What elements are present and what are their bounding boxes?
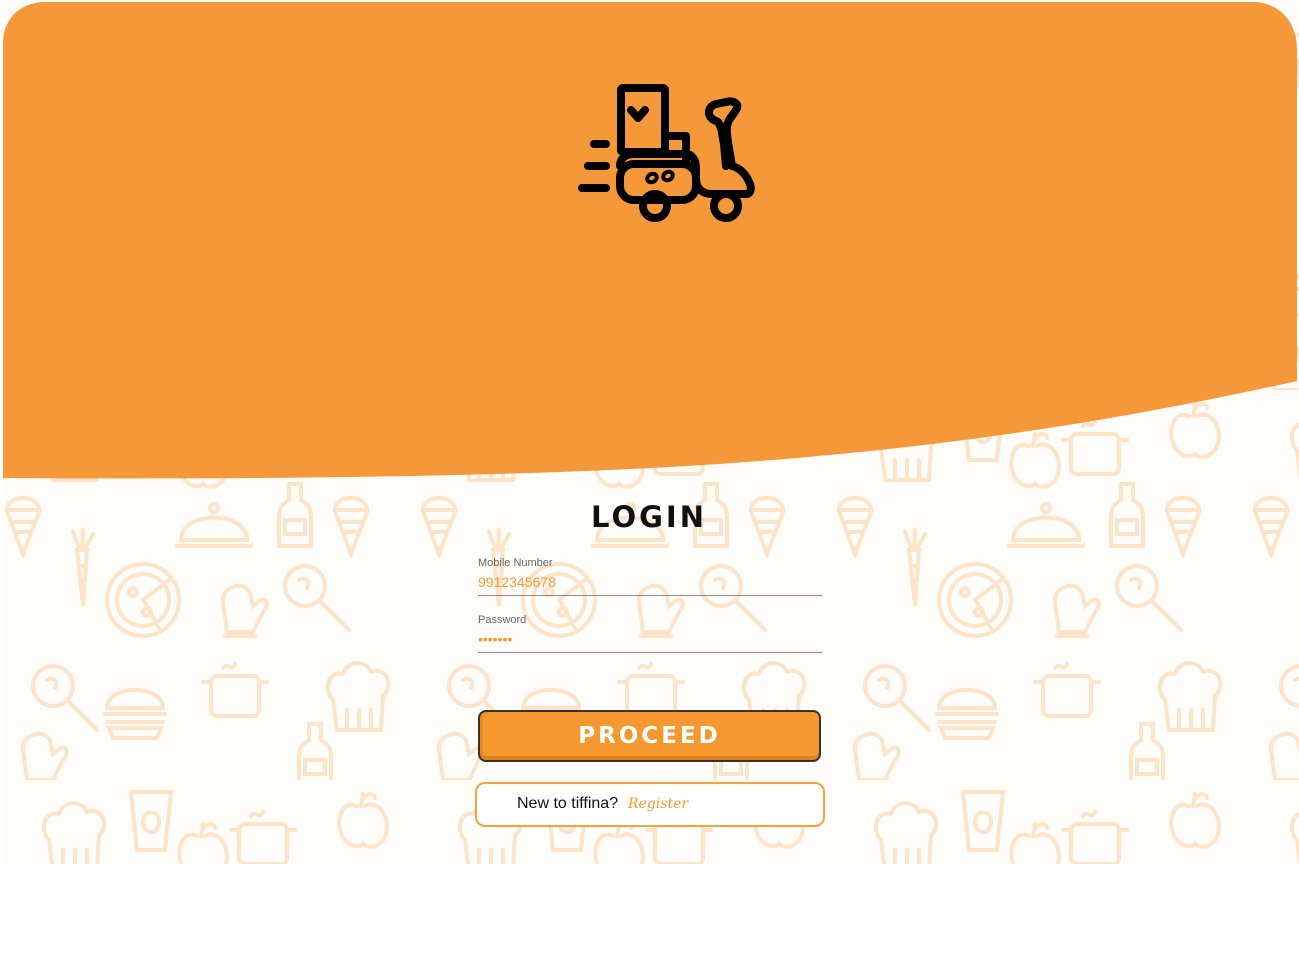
password-field: Password (478, 613, 822, 653)
orange-header-wave (3, 2, 1297, 479)
password-input[interactable] (478, 627, 822, 653)
register-prompt: New to tiffina? (517, 795, 619, 812)
register-box: New to tiffina? Register (475, 782, 825, 827)
mobile-number-input[interactable] (478, 570, 822, 596)
login-page: LOGIN Mobile Number Password PROCEED New… (0, 0, 1299, 965)
login-heading: LOGIN (591, 500, 707, 534)
mobile-number-label: Mobile Number (478, 557, 553, 569)
password-label: Password (478, 614, 527, 626)
proceed-button[interactable]: PROCEED (478, 710, 821, 762)
register-link[interactable]: Register (628, 796, 688, 812)
mobile-number-field: Mobile Number (478, 556, 822, 596)
delivery-scooter-icon (578, 84, 755, 222)
